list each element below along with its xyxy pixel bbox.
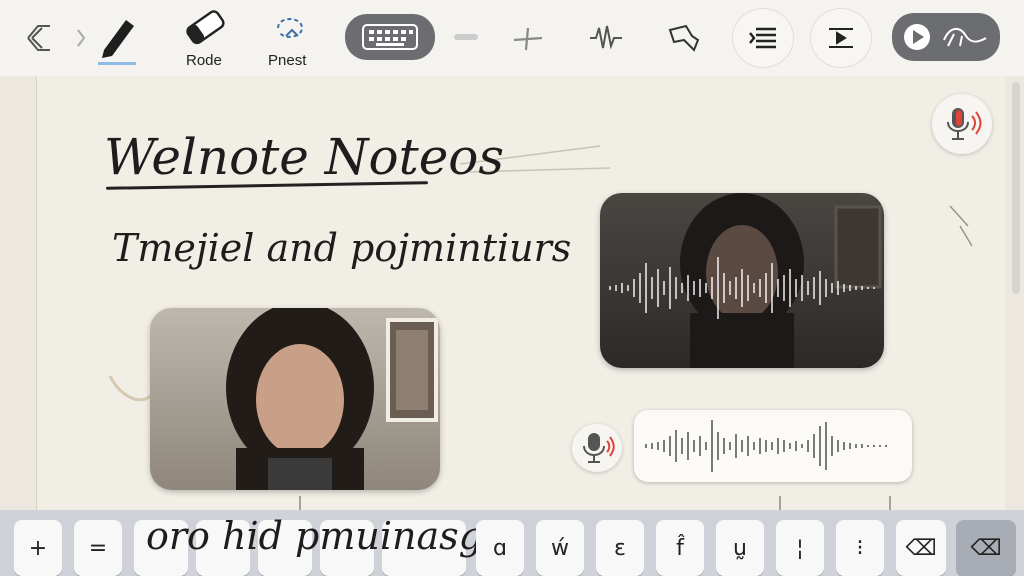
keyboard-toggle-button[interactable]: [345, 14, 435, 60]
person-thumbnail: [226, 308, 438, 490]
audio-mic-button[interactable]: [572, 424, 622, 472]
lasso-icon: [277, 18, 304, 38]
text-align-button[interactable]: [732, 8, 794, 68]
video-clip-left[interactable]: [150, 308, 440, 490]
key-w[interactable]: ẃ: [536, 520, 584, 576]
line-tool-icon: [513, 27, 543, 51]
vertical-scrollbar[interactable]: [1012, 82, 1020, 294]
audio-waveform-overlay: [609, 257, 875, 319]
key-plus[interactable]: +: [14, 520, 62, 576]
toolbar: Rode Pnest: [0, 0, 1024, 77]
shape-icon: [668, 24, 700, 52]
delete-key[interactable]: ⌫: [896, 520, 946, 576]
note-title[interactable]: Welnote Noteos: [104, 128, 504, 186]
insert-icon: [829, 28, 853, 48]
key-u[interactable]: ṵ: [716, 520, 764, 576]
key-bar[interactable]: ¦: [776, 520, 824, 576]
line-tool-button[interactable]: [508, 18, 548, 58]
handwriting-keyboard: + = oro hid pmuinasg t ɑ ẃ ɛ f̂ ṵ ¦ ⁝ ⌫ …: [0, 510, 1024, 576]
key-equals[interactable]: =: [74, 520, 122, 576]
key-e[interactable]: ɛ: [596, 520, 644, 576]
text-align-icon: [749, 27, 776, 49]
insert-button[interactable]: [810, 8, 872, 68]
audio-waveform: [645, 420, 887, 472]
key-dots[interactable]: ⁝: [836, 520, 884, 576]
eraser-icon: [186, 10, 225, 45]
record-button[interactable]: [932, 94, 992, 154]
eraser-label: Rode: [186, 52, 222, 69]
lasso-tool-button[interactable]: [268, 8, 312, 48]
key-f[interactable]: f̂: [656, 520, 704, 576]
video-clip-right[interactable]: [600, 193, 884, 368]
waveform-tool-button[interactable]: [586, 18, 626, 58]
collapse-icon: [27, 25, 86, 51]
lasso-label: Pnest: [268, 52, 307, 69]
separator-line: [454, 34, 478, 40]
handwriting-input[interactable]: oro hid pmuinasg t: [146, 514, 510, 558]
play-waveform-icon: [904, 24, 987, 50]
eraser-tool-button[interactable]: [182, 8, 230, 48]
microphone-record-icon: [947, 108, 982, 140]
key-a[interactable]: ɑ: [476, 520, 524, 576]
shape-tool-button[interactable]: [664, 18, 704, 58]
playback-button[interactable]: [892, 13, 1000, 61]
note-canvas[interactable]: Welnote Noteos Tmejiel and pojmintiurs: [0, 76, 1024, 510]
pen-tool-button[interactable]: [96, 10, 140, 66]
backspace-key[interactable]: ⌫: [956, 520, 1016, 576]
note-subtitle[interactable]: Tmejiel and pojmintiurs: [112, 226, 571, 270]
pen-icon: [98, 20, 136, 65]
waveform-icon: [590, 25, 622, 50]
keyboard-icon: [362, 24, 418, 50]
audio-clip[interactable]: [634, 410, 912, 482]
microphone-icon: [583, 433, 615, 463]
collapse-button[interactable]: [18, 18, 88, 58]
